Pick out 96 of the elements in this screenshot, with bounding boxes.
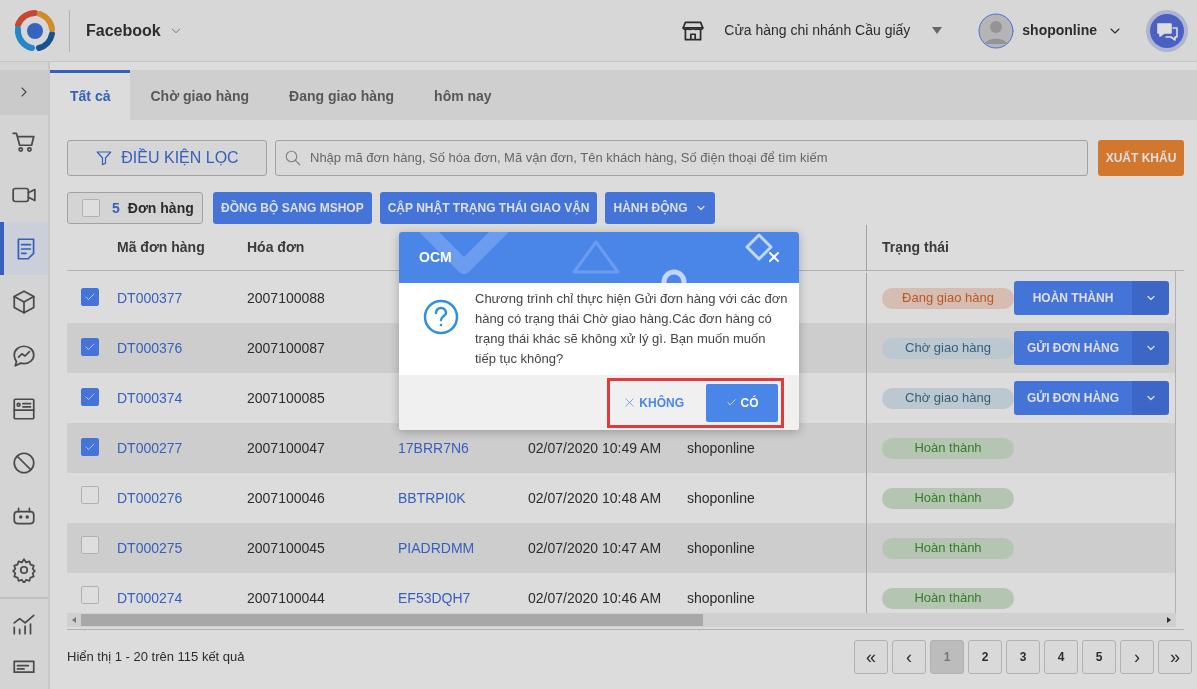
cancel-button[interactable]: KHÔNG: [618, 383, 690, 422]
action-button[interactable]: HÀNH ĐỘNG: [605, 192, 716, 224]
status-badge: Hoàn thành: [882, 487, 1014, 509]
help-chat-icon[interactable]: [1145, 8, 1189, 53]
order-link[interactable]: DT000277: [117, 439, 183, 456]
user-menu[interactable]: shoponline: [1022, 20, 1097, 41]
ban-icon[interactable]: [11, 449, 37, 476]
dropdown-toggle-button[interactable]: [1132, 381, 1169, 415]
prev-page-button[interactable]: ‹: [892, 640, 926, 674]
dropdown-toggle-button[interactable]: [1132, 331, 1169, 365]
action-button[interactable]: GỬI ĐƠN HÀNG: [1014, 381, 1132, 415]
filter-icon: [95, 149, 114, 167]
dialog-message: Chương trình chỉ thực hiện Gửi đơn hàng với các đơn hàng có trạng thái Chờ giao hàng.Các đơn hàng có trạng thái khác sẽ không xử lý gì. Bạn muốn muốn tiếp tục không?: [475, 290, 789, 368]
chart-icon[interactable]: [11, 611, 37, 638]
page-button[interactable]: 1: [930, 640, 964, 674]
status-badge: Chờ giao hàng: [882, 387, 1014, 409]
checkbox[interactable]: [82, 199, 100, 217]
avatar-icon: [978, 12, 1015, 49]
table-cell: 2007100085: [247, 389, 325, 406]
table-cell: 2007100088: [247, 289, 325, 306]
table-cell: 02/07/2020 10:48 AM: [528, 489, 662, 506]
status-badge: Đang giao hàng: [882, 287, 1014, 309]
chat-bubble-icon[interactable]: [11, 342, 37, 369]
settings-icon[interactable]: [11, 556, 37, 583]
column-header: Trạng thái: [882, 239, 949, 255]
logo-icon: [13, 8, 57, 53]
table-cell: shoponline: [687, 439, 755, 456]
column-header: Mã đơn hàng: [117, 239, 205, 255]
export-button[interactable]: XUẤT KHẨU: [1098, 140, 1184, 176]
table-cell: 2007100044: [247, 589, 325, 606]
order-link[interactable]: DT000276: [117, 489, 183, 506]
action-button[interactable]: GỬI ĐƠN HÀNG: [1014, 331, 1132, 365]
result-summary: Hiển thị 1 - 20 trên 115 kết quả: [67, 648, 246, 667]
tab[interactable]: Đang giao hàng: [269, 70, 415, 120]
tracking-link[interactable]: BBTRPI0K: [398, 489, 466, 506]
question-icon: [423, 299, 459, 335]
order-link[interactable]: DT000274: [117, 589, 183, 606]
next-page-button[interactable]: ›: [1120, 640, 1154, 674]
table-cell: 2007100046: [247, 489, 325, 506]
checkbox[interactable]: [81, 337, 99, 356]
checkbox[interactable]: [81, 437, 99, 456]
table-cell: shoponline: [687, 589, 755, 606]
check-icon: [725, 397, 737, 408]
first-page-button[interactable]: «: [854, 640, 888, 674]
action-button[interactable]: ĐỒNG BỘ SANG MSHOP: [213, 192, 372, 224]
tab[interactable]: hôm nay: [414, 70, 512, 120]
channel-selector[interactable]: Facebook: [86, 18, 161, 43]
checkbox[interactable]: [81, 486, 99, 504]
checkbox[interactable]: [81, 287, 99, 306]
close-icon[interactable]: [768, 251, 780, 263]
page-button[interactable]: 2: [968, 640, 1002, 674]
dialog-title: OCM: [419, 248, 452, 267]
table-cell: 2007100045: [247, 539, 325, 556]
column-header: Hóa đơn: [247, 239, 305, 255]
selected-label: Đơn hàng: [127, 198, 194, 218]
action-button[interactable]: CẬP NHẬT TRẠNG THÁI GIAO VẬN: [379, 192, 598, 224]
page-button[interactable]: 4: [1044, 640, 1078, 674]
confirm-button[interactable]: CÓ: [706, 383, 778, 422]
order-link[interactable]: DT000275: [117, 539, 183, 556]
tracking-link[interactable]: 17BRR7N6: [398, 439, 469, 456]
table-cell: shoponline: [687, 539, 755, 556]
order-link[interactable]: DT000376: [117, 339, 183, 356]
filter-button[interactable]: ĐIỀU KIỆN LỌC: [67, 140, 267, 176]
box-icon[interactable]: [11, 289, 37, 316]
status-badge: Hoàn thành: [882, 587, 1014, 609]
checkbox[interactable]: [81, 536, 99, 554]
table-cell: shoponline: [687, 489, 755, 506]
search-icon: [284, 149, 302, 167]
tab[interactable]: Chờ giao hàng: [130, 70, 270, 120]
caret-down-icon: [932, 26, 943, 35]
status-badge: Chờ giao hàng: [882, 337, 1014, 359]
id-card-icon[interactable]: [11, 396, 37, 423]
tracking-link[interactable]: PIADRDMM: [398, 539, 475, 556]
table-cell: 2007100087: [247, 339, 325, 356]
dropdown-toggle-button[interactable]: [1132, 281, 1169, 315]
horizontal-scrollbar[interactable]: [67, 613, 1176, 627]
action-button[interactable]: HOÀN THÀNH: [1014, 281, 1132, 315]
search-field[interactable]: Nhập mã đơn hàng, Số hóa đơn, Mã vận đơn, Tên khách hàng, Số điện thoại để tìm kiếm: [275, 140, 1088, 176]
checkbox[interactable]: [81, 586, 99, 604]
close-icon: [624, 397, 636, 408]
tab[interactable]: Tất cả: [50, 70, 131, 120]
table-cell: 02/07/2020 10:46 AM: [528, 589, 662, 606]
checkbox[interactable]: [81, 387, 99, 406]
table-cell: 02/07/2020 10:47 AM: [528, 539, 662, 556]
order-link[interactable]: DT000374: [117, 389, 183, 406]
page-button[interactable]: 5: [1082, 640, 1116, 674]
store-selector[interactable]: Cửa hàng chi nhánh Cầu giấy: [724, 20, 911, 41]
status-badge: Hoàn thành: [882, 537, 1014, 559]
page-button[interactable]: 3: [1006, 640, 1040, 674]
table-cell: 02/07/2020 10:49 AM: [528, 439, 662, 456]
status-badge: Hoàn thành: [882, 437, 1014, 459]
selected-count: 5: [112, 198, 120, 218]
order-link[interactable]: DT000377: [117, 289, 183, 306]
last-page-button[interactable]: »: [1158, 640, 1192, 674]
tracking-link[interactable]: EF53DQH7: [398, 589, 471, 606]
table-cell: 2007100047: [247, 439, 325, 456]
